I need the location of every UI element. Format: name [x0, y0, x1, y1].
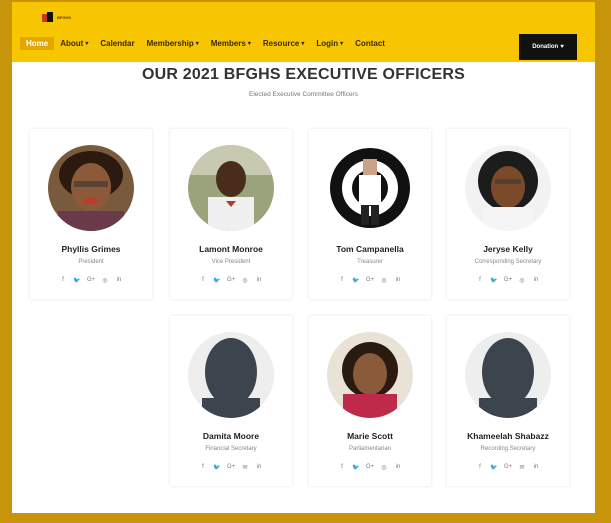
donate-button[interactable]: Donation ♥	[519, 34, 577, 60]
nav-item-contact[interactable]: Contact	[349, 37, 391, 50]
page-content: BFGHS Home About ▾ Calendar Membership ▾ M…	[12, 2, 595, 513]
officer-card: Lamont Monroe Vice President f 🐦 G+ ◎ in	[170, 129, 292, 299]
heart-icon: ♥	[560, 44, 564, 50]
google-plus-icon[interactable]: G+	[504, 277, 512, 284]
officer-role: Treasurer	[357, 259, 383, 265]
instagram-icon[interactable]: ◎	[380, 277, 388, 284]
page-title: OUR 2021 BFGHS EXECUTIVE OFFICERS	[141, 66, 466, 83]
nav-item-home[interactable]: Home	[20, 37, 55, 50]
site-logo[interactable]: BFGHS	[42, 11, 92, 25]
officer-name: Damita Moore	[202, 431, 260, 441]
facebook-icon[interactable]: f	[338, 277, 346, 284]
logo-text: BFGHS	[57, 15, 71, 20]
chevron-down-icon: ▾	[247, 41, 251, 47]
officer-name: Marie Scott	[347, 431, 393, 441]
nav-item-membership[interactable]: Membership ▾	[141, 37, 205, 50]
linkedin-icon[interactable]: in	[255, 277, 263, 284]
linkedin-icon[interactable]: in	[532, 464, 540, 471]
instagram-icon[interactable]: ◎	[518, 277, 526, 284]
avatar-photo	[465, 145, 551, 231]
nav-item-members[interactable]: Members ▾	[205, 37, 257, 50]
officer-role: Corresponding Secretary	[474, 259, 542, 265]
linkedin-icon[interactable]: in	[532, 277, 540, 284]
avatar-photo	[327, 145, 413, 231]
social-links: f 🐦 G+ ◎ in	[447, 277, 569, 284]
page-subtitle: Elected Executive Committee Officers	[249, 91, 358, 98]
nav-item-about[interactable]: About ▾	[54, 37, 94, 50]
google-plus-icon[interactable]: G+	[504, 464, 512, 471]
google-plus-icon[interactable]: G+	[366, 277, 374, 284]
social-links: f 🐦 G+ ◎ in	[309, 464, 431, 471]
twitter-icon[interactable]: 🐦	[490, 277, 498, 284]
officer-role: Financial Secretary	[205, 446, 257, 452]
chevron-down-icon: ▾	[301, 41, 305, 47]
chevron-down-icon: ▾	[85, 41, 89, 47]
officer-role: Vice President	[211, 259, 251, 265]
linkedin-icon[interactable]: in	[394, 464, 402, 471]
top-navbar: BFGHS Home About ▾ Calendar Membership ▾ M…	[12, 2, 595, 62]
social-links: f 🐦 G+ ◎ in	[30, 277, 152, 284]
nav-menu: Home About ▾ Calendar Membership ▾ Members…	[20, 37, 391, 50]
facebook-icon[interactable]: f	[476, 464, 484, 471]
nav-item-resource[interactable]: Resource ▾	[257, 37, 310, 50]
facebook-icon[interactable]: f	[199, 277, 207, 284]
officer-role: Recording Secretary	[480, 446, 536, 452]
avatar-photo	[327, 332, 413, 418]
officer-name: Khameelah Shabazz	[467, 431, 549, 441]
linkedin-icon[interactable]: in	[255, 464, 263, 471]
twitter-icon[interactable]: 🐦	[352, 464, 360, 471]
instagram-icon[interactable]: ◎	[241, 277, 249, 284]
twitter-icon[interactable]: 🐦	[490, 464, 498, 471]
officer-role: Parliamentarian	[348, 446, 392, 452]
google-plus-icon[interactable]: G+	[87, 277, 95, 284]
officer-card: Damita Moore Financial Secretary f 🐦 G+ …	[170, 316, 292, 486]
linkedin-icon[interactable]: in	[115, 277, 123, 284]
officer-card: Jeryse Kelly Corresponding Secretary f 🐦…	[447, 129, 569, 299]
officer-card: Phyllis Grimes President f 🐦 G+ ◎ in	[30, 129, 152, 299]
social-links: f 🐦 G+ ◎ in	[309, 277, 431, 284]
instagram-icon[interactable]: ◎	[380, 464, 388, 471]
instagram-icon[interactable]: ◎	[101, 277, 109, 284]
social-links: f 🐦 G+ ✉ in	[170, 464, 292, 471]
nav-item-login[interactable]: Login ▾	[310, 37, 349, 50]
google-plus-icon[interactable]: G+	[227, 277, 235, 284]
avatar-photo	[48, 145, 134, 231]
chevron-down-icon: ▾	[340, 41, 344, 47]
facebook-icon[interactable]: f	[338, 464, 346, 471]
officer-name: Tom Campanella	[336, 244, 404, 254]
officer-role: President	[78, 259, 104, 265]
officer-card: Marie Scott Parliamentarian f 🐦 G+ ◎ in	[309, 316, 431, 486]
avatar-placeholder	[188, 332, 274, 418]
google-plus-icon[interactable]: G+	[366, 464, 374, 471]
avatar-placeholder	[465, 332, 551, 418]
twitter-icon[interactable]: 🐦	[213, 464, 221, 471]
avatar-photo	[188, 145, 274, 231]
twitter-icon[interactable]: 🐦	[352, 277, 360, 284]
twitter-icon[interactable]: 🐦	[73, 277, 81, 284]
officer-name: Phyllis Grimes	[61, 244, 121, 254]
nav-item-calendar[interactable]: Calendar	[94, 37, 140, 50]
officer-card: Tom Campanella Treasurer f 🐦 G+ ◎ in	[309, 129, 431, 299]
email-icon[interactable]: ✉	[518, 464, 526, 471]
officer-card: Khameelah Shabazz Recording Secretary f …	[447, 316, 569, 486]
officer-name: Lamont Monroe	[199, 244, 263, 254]
officer-name: Jeryse Kelly	[483, 244, 533, 254]
social-links: f 🐦 G+ ✉ in	[447, 464, 569, 471]
linkedin-icon[interactable]: in	[394, 277, 402, 284]
logo-mark-icon	[42, 12, 54, 24]
google-plus-icon[interactable]: G+	[227, 464, 235, 471]
facebook-icon[interactable]: f	[476, 277, 484, 284]
twitter-icon[interactable]: 🐦	[213, 277, 221, 284]
facebook-icon[interactable]: f	[199, 464, 207, 471]
facebook-icon[interactable]: f	[59, 277, 67, 284]
email-icon[interactable]: ✉	[241, 464, 249, 471]
social-links: f 🐦 G+ ◎ in	[170, 277, 292, 284]
chevron-down-icon: ▾	[195, 41, 199, 47]
